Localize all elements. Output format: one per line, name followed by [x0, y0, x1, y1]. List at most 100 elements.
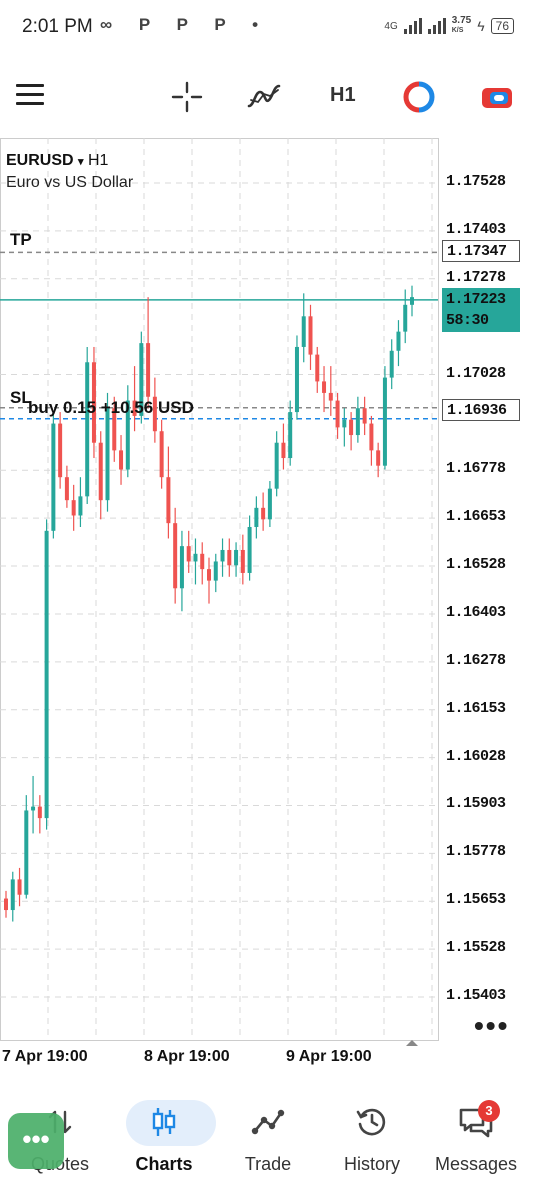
menu-icon[interactable]: [16, 84, 44, 106]
timeframe-button[interactable]: H1: [330, 84, 356, 107]
one-click-trading-icon[interactable]: [402, 80, 436, 119]
candle-body: [315, 354, 320, 382]
price-axis-label: 1.15653: [446, 891, 506, 909]
time-axis-label: 9 Apr 19:00: [286, 1048, 372, 1065]
price-axis-label: 1.16403: [446, 603, 506, 621]
price-axis-label: 1.17403: [446, 220, 506, 238]
candle-body: [322, 381, 327, 393]
candle-body: [105, 408, 110, 501]
nav-messages[interactable]: Messages: [424, 1092, 528, 1192]
status-time: 2:01 PM: [22, 16, 93, 37]
time-axis-label: 7 Apr 19:00: [2, 1048, 88, 1065]
trade-levels: [0, 251, 438, 1046]
account-icon[interactable]: [480, 80, 514, 119]
status-indicators: 4G 3.75 K/S ϟ 76: [384, 16, 514, 36]
price-axis-label: 1.16528: [446, 556, 506, 574]
bid-price-tag: 1.17223 58:30: [442, 288, 520, 332]
price-axis-label: 1.15403: [446, 987, 506, 1004]
chart-frame: [0, 138, 439, 1041]
notification-icons: ∞ P P P •: [100, 15, 270, 34]
candle-body: [159, 431, 164, 478]
candle-body: [17, 879, 22, 895]
candle-body: [376, 450, 381, 466]
candle-body: [119, 450, 124, 470]
network-type: 4G: [384, 20, 398, 32]
candle-body: [247, 526, 252, 573]
candle-body: [64, 477, 69, 501]
symbol-description: Euro vs US Dollar: [6, 174, 134, 191]
candle-body: [234, 549, 239, 566]
battery-icon: 76: [490, 18, 514, 34]
symbol-timeframe: H1: [88, 152, 109, 169]
candle-body: [349, 419, 354, 436]
price-axis-label: 1.16653: [446, 508, 506, 526]
symbol-title[interactable]: EURUSD ▾ H1: [6, 152, 108, 170]
candle-body: [261, 507, 266, 520]
candle-body: [37, 806, 42, 819]
chat-button[interactable]: •••: [8, 1113, 64, 1169]
position-line-label[interactable]: buy 0.15 +10.56 USD: [28, 398, 194, 418]
charts-icon: [112, 1104, 216, 1140]
candle-body: [288, 412, 293, 459]
chart-grid: [0, 138, 439, 1041]
messages-badge: 3: [478, 1100, 500, 1122]
candle-body: [146, 343, 151, 397]
candle-body: [227, 549, 232, 566]
candle-body: [294, 346, 299, 413]
nav-trade[interactable]: Trade: [216, 1092, 320, 1192]
price-axis-label: 1.15778: [446, 843, 506, 861]
candle-body: [308, 316, 313, 355]
candle-body: [267, 488, 272, 520]
price-axis-label: 1.15528: [446, 939, 506, 957]
status-bar: 2:01 PM ∞ P P P • 4G 3.75 K/S ϟ 76: [0, 0, 536, 56]
indicator-icon[interactable]: [246, 80, 282, 119]
candle-body: [58, 423, 63, 478]
more-options-icon[interactable]: •••: [474, 1010, 509, 1042]
candle-body: [396, 331, 401, 351]
nav-trade-label: Trade: [244, 1154, 292, 1174]
time-axis-label: 8 Apr 19:00: [144, 1048, 230, 1065]
candle-body: [31, 806, 36, 811]
crosshair-icon[interactable]: [170, 80, 204, 119]
candle-body: [44, 530, 49, 819]
candle-body: [24, 810, 29, 895]
net-speed: 3.75 K/S: [452, 16, 471, 36]
candle-body: [281, 442, 286, 459]
candle-body: [207, 569, 211, 581]
candle-body: [166, 477, 171, 524]
candle-body: [389, 350, 394, 378]
symbol-name: EURUSD: [6, 152, 74, 169]
price-axis-label: 1.15903: [446, 795, 506, 813]
messages-icon: [424, 1104, 528, 1140]
price-axis-label: 1.17528: [446, 173, 506, 190]
candle-body: [342, 419, 347, 428]
tp-line-label[interactable]: TP: [10, 230, 32, 250]
candle-body: [10, 879, 15, 911]
candles: [4, 285, 414, 922]
candle-body: [98, 442, 103, 501]
price-axis-label: 1.17278: [446, 268, 506, 286]
bid-price: 1.17223: [446, 291, 506, 308]
candle-body: [200, 553, 205, 570]
candle-body: [362, 408, 367, 424]
candle-body: [382, 377, 387, 466]
candle-body: [274, 442, 279, 489]
nav-charts-label: Charts: [135, 1154, 193, 1174]
candle-body: [173, 523, 178, 589]
price-axis-label: 1.16153: [446, 699, 506, 717]
sl-price-tag: 1.16936: [442, 399, 520, 421]
nav-charts[interactable]: Charts: [112, 1092, 216, 1192]
candle-body: [220, 549, 225, 562]
price-axis-label: 1.16278: [446, 651, 506, 669]
charging-icon: ϟ: [477, 18, 485, 34]
candle-body: [186, 546, 191, 562]
candle-body: [51, 423, 56, 531]
nav-history[interactable]: History: [320, 1092, 424, 1192]
bar-countdown: 58:30: [446, 312, 489, 329]
chart-toolbar: H1: [0, 64, 536, 128]
net-speed-unit: K/S: [451, 27, 464, 34]
candle-body: [403, 304, 408, 332]
candle-body: [71, 500, 76, 516]
candle-body: [193, 553, 198, 562]
candle-body: [369, 423, 374, 451]
